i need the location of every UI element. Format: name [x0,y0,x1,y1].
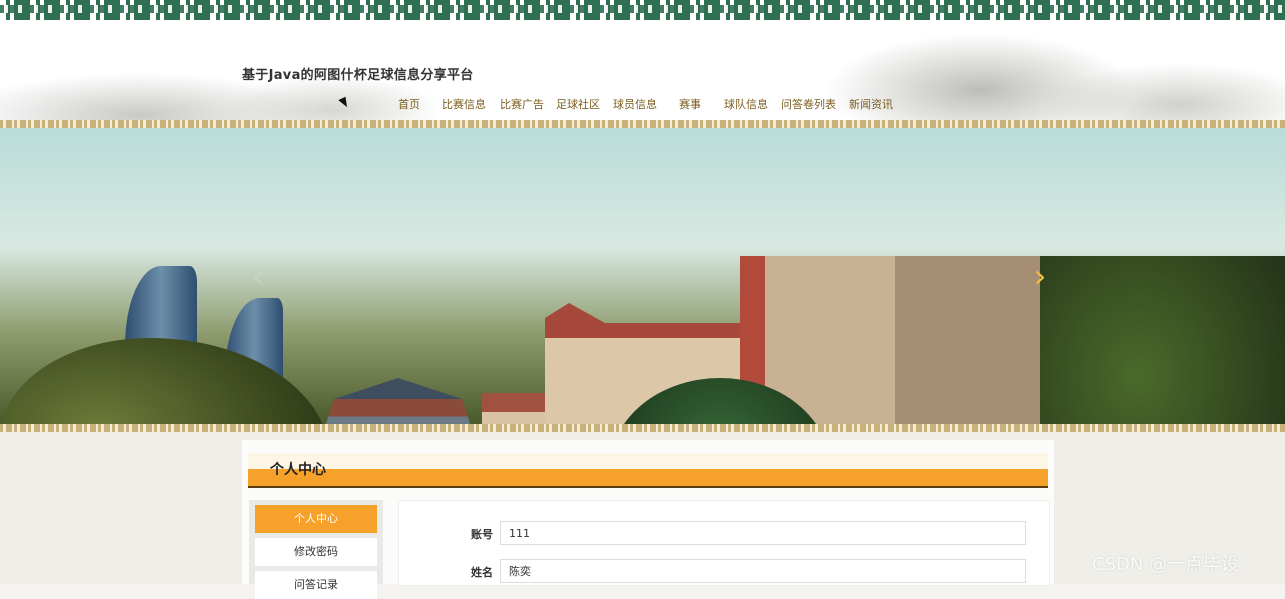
profile-form: 账号 姓名 [398,500,1050,586]
account-input[interactable] [500,521,1026,545]
carousel-next-icon[interactable]: › [1030,260,1050,292]
nav-item-home[interactable]: 首页 [398,96,442,111]
section-title: 个人中心 [270,462,326,478]
carousel-prev-icon[interactable]: ‹ [248,260,268,292]
nav-item-events[interactable]: 赛事 [679,96,724,111]
nav-item-match-ads[interactable]: 比赛广告 [500,96,556,111]
csdn-watermark: CSDN @一点毕设 [1092,554,1240,575]
nav-item-players[interactable]: 球员信息 [613,96,679,111]
name-input[interactable] [500,559,1026,583]
banner-carousel[interactable] [0,128,1285,424]
banner-trees-right [1040,256,1285,424]
nav-item-match-info[interactable]: 比赛信息 [442,96,500,111]
account-label: 账号 [471,528,493,541]
top-decorative-border [0,0,1285,20]
nav-item-community[interactable]: 足球社区 [556,96,613,111]
banner-pattern-band [0,424,1285,432]
name-label: 姓名 [471,566,493,579]
site-title: 基于Java的阿图什杯足球信息分享平台 [242,68,474,83]
section-header: 个人中心 [248,453,1048,488]
banner-building-1 [482,393,547,424]
user-sidebar: 个人中心 修改密码 问答记录 [249,500,383,599]
sidebar-item-qa-records[interactable]: 问答记录 [255,571,377,599]
banner-temple [318,378,478,424]
sidebar-item-change-password[interactable]: 修改密码 [255,538,377,566]
nav-item-news[interactable]: 新闻资讯 [849,96,899,111]
sidebar-item-profile[interactable]: 个人中心 [255,505,377,533]
nav-item-questionnaires[interactable]: 问答卷列表 [781,96,849,111]
main-nav: 首页 比赛信息 比赛广告 足球社区 球员信息 赛事 球队信息 问答卷列表 新闻资… [398,96,899,111]
header-pattern-band [0,120,1285,128]
nav-item-teams[interactable]: 球队信息 [724,96,781,111]
